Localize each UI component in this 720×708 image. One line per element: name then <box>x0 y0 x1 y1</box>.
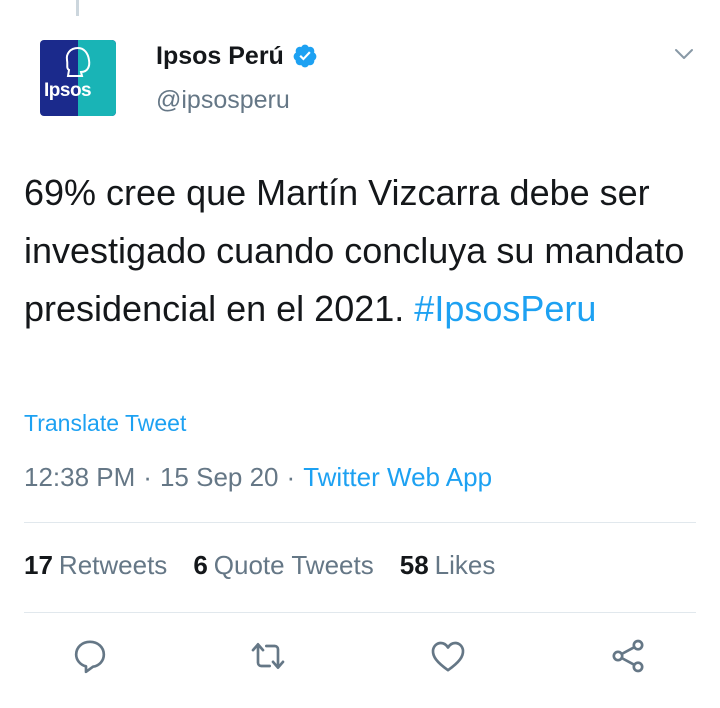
reply-icon <box>74 640 106 674</box>
retweet-icon <box>251 643 285 669</box>
retweets-stat[interactable]: 17 Retweets <box>24 550 167 581</box>
meta-separator: · <box>286 462 296 492</box>
divider <box>24 522 696 523</box>
retweet-button[interactable] <box>246 634 290 678</box>
likes-stat[interactable]: 58 Likes <box>400 550 496 581</box>
quote-tweets-count: 6 <box>193 550 208 580</box>
tweet-text: 69% cree que Martín Vizcarra debe ser in… <box>24 164 704 338</box>
tweet-actions <box>0 634 720 684</box>
tweet-source-link[interactable]: Twitter Web App <box>303 462 492 493</box>
reply-button[interactable] <box>68 634 112 678</box>
heart-icon <box>431 641 465 672</box>
avatar[interactable]: Ipsos <box>40 40 116 116</box>
chevron-down-icon[interactable] <box>672 42 696 66</box>
display-name[interactable]: Ipsos Perú <box>156 40 318 72</box>
share-icon <box>612 639 644 673</box>
tweet-stats: 17 Retweets 6 Quote Tweets 58 Likes <box>24 550 495 581</box>
like-button[interactable] <box>426 634 470 678</box>
tweet-header: Ipsos Ipsos Perú @ipsosperu <box>40 40 696 120</box>
tweet-date[interactable]: 15 Sep 20 <box>160 462 279 493</box>
likes-label: Likes <box>434 550 496 580</box>
user-handle[interactable]: @ipsosperu <box>156 86 290 115</box>
meta-separator: · <box>143 462 152 492</box>
retweets-label: Retweets <box>58 550 168 580</box>
retweets-count: 17 <box>24 550 53 580</box>
avatar-logo-text: Ipsos <box>44 80 92 101</box>
quote-tweets-stat[interactable]: 6 Quote Tweets <box>193 550 373 581</box>
translate-tweet-link[interactable]: Translate Tweet <box>24 410 186 437</box>
verified-badge-icon <box>293 44 317 68</box>
tweet-meta: 12:38 PM · 15 Sep 20 · Twitter Web App <box>24 462 492 493</box>
divider <box>24 612 696 613</box>
ipsos-head-logo-icon <box>65 46 91 77</box>
quote-tweets-label: Quote Tweets <box>213 550 374 580</box>
hashtag-link[interactable]: #IpsosPeru <box>414 288 596 329</box>
likes-count: 58 <box>399 550 429 580</box>
display-name-text: Ipsos Perú <box>156 41 284 70</box>
thread-connector-line <box>76 0 79 16</box>
share-button[interactable] <box>606 634 650 678</box>
tweet-time[interactable]: 12:38 PM <box>24 462 135 493</box>
